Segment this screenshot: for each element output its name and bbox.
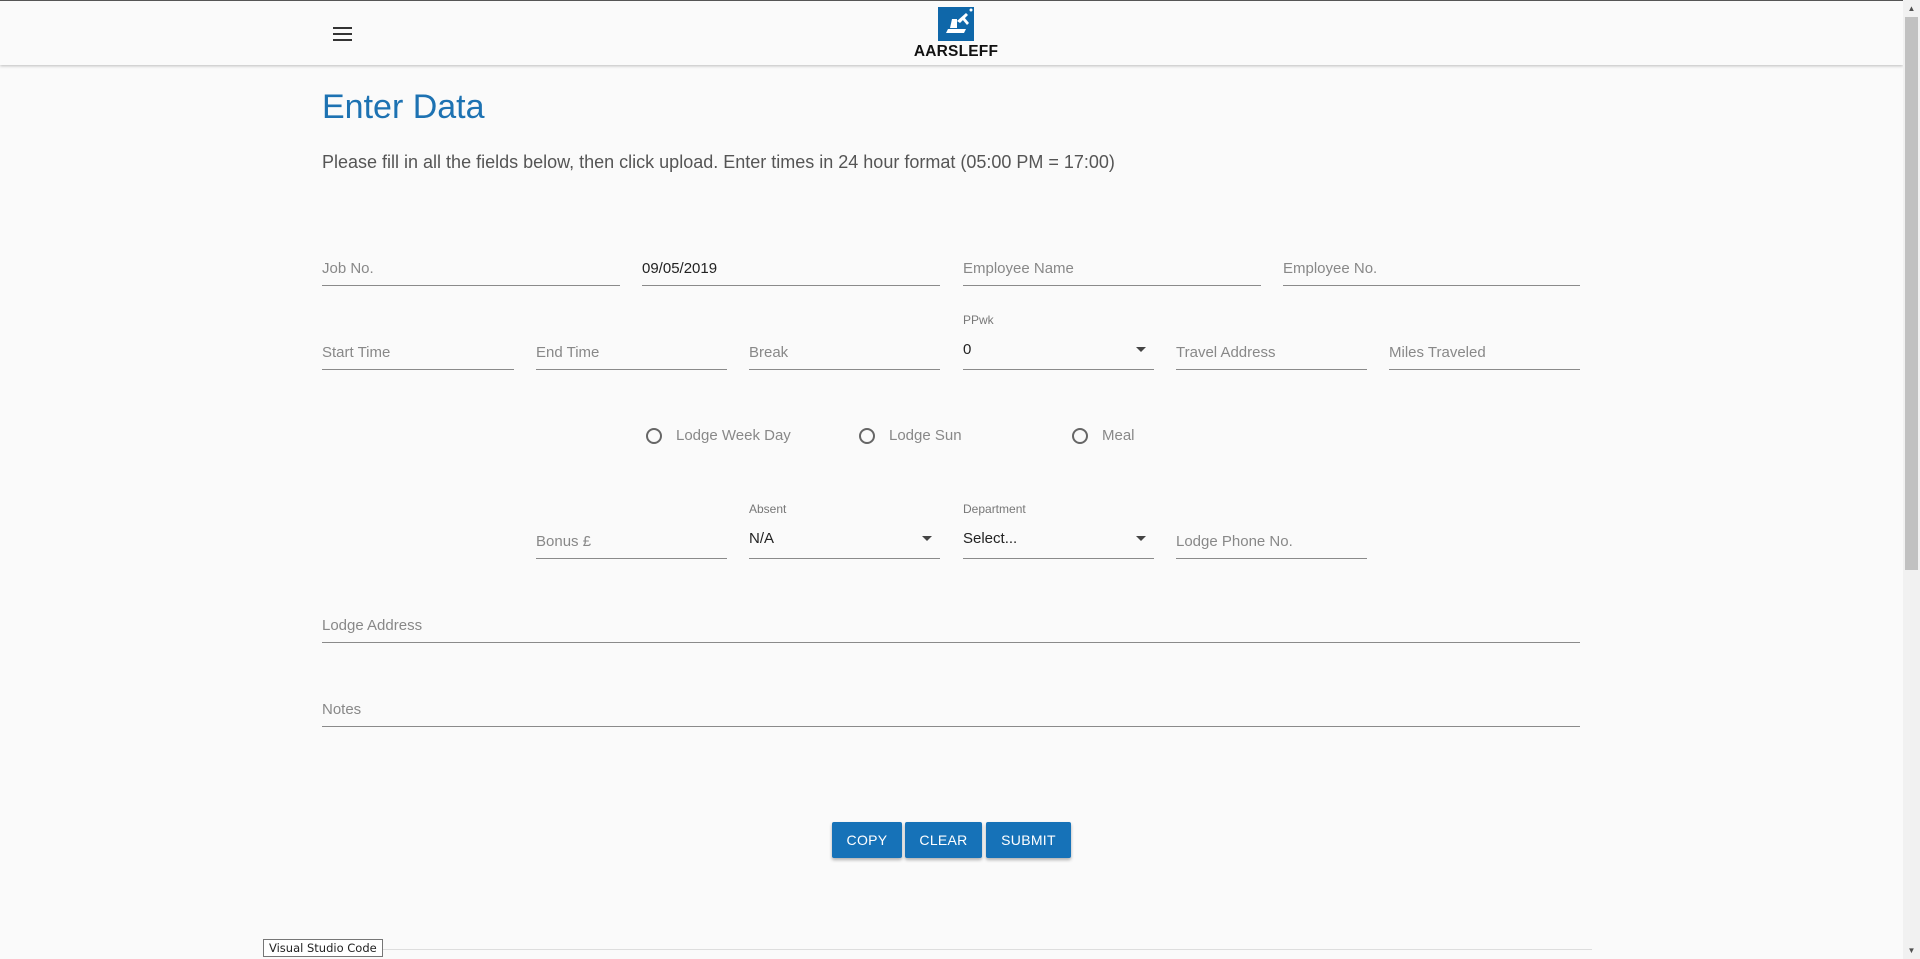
date-input[interactable]	[642, 260, 940, 277]
lodge-phone-input[interactable]	[1176, 533, 1367, 550]
miles-traveled-input[interactable]	[1389, 344, 1580, 361]
scroll-down-arrow-icon[interactable]: ▼	[1903, 942, 1920, 959]
job-no-field	[322, 246, 620, 286]
footer-divider	[322, 949, 1592, 950]
absent-value: N/A	[749, 530, 775, 547]
department-value: Select...	[963, 530, 1018, 547]
lodge-address-field	[322, 603, 1580, 643]
page-instructions: Please fill in all the fields below, the…	[322, 152, 1115, 172]
department-label: Department	[963, 502, 1026, 516]
lodge-sun-radio[interactable]: Lodge Sun	[859, 427, 962, 444]
chevron-down-icon	[1136, 536, 1146, 541]
page-title: Enter Data	[322, 88, 485, 126]
radio-circle-icon	[859, 427, 875, 444]
clear-button[interactable]: CLEAR	[905, 822, 982, 858]
department-select[interactable]: Department Select...	[963, 502, 1154, 559]
travel-address-input[interactable]	[1176, 344, 1367, 361]
radio-circle-icon	[1072, 427, 1088, 444]
absent-label: Absent	[749, 502, 787, 516]
meal-label: Meal	[1102, 427, 1135, 444]
break-field	[749, 330, 940, 370]
break-input[interactable]	[749, 344, 940, 361]
radio-circle-icon	[646, 427, 662, 444]
submit-button[interactable]: SUBMIT	[986, 822, 1071, 858]
date-field	[642, 246, 940, 286]
ppwk-value: 0	[963, 341, 972, 358]
hamburger-menu-icon[interactable]	[322, 21, 362, 47]
bonus-field	[536, 519, 727, 559]
employee-name-input[interactable]	[963, 260, 1261, 277]
top-app-bar: AARSLEFF	[0, 0, 1903, 65]
lodge-address-input[interactable]	[322, 617, 1580, 634]
employee-no-field	[1283, 246, 1580, 286]
miles-traveled-field	[1389, 330, 1580, 370]
meal-radio[interactable]: Meal	[1072, 427, 1135, 444]
copy-button[interactable]: COPY	[832, 822, 902, 858]
lodge-week-day-radio[interactable]: Lodge Week Day	[646, 427, 791, 444]
start-time-input[interactable]	[322, 344, 514, 361]
scrollbar-thumb[interactable]	[1905, 17, 1918, 570]
aarsleff-logo[interactable]: AARSLEFF	[906, 7, 1006, 63]
chevron-down-icon	[1136, 347, 1146, 352]
taskbar-tooltip: Visual Studio Code	[263, 939, 383, 957]
brand-name: AARSLEFF	[913, 43, 999, 60]
lodge-phone-field	[1176, 519, 1367, 559]
vertical-scrollbar[interactable]: ▲ ▼	[1903, 0, 1920, 959]
ppwk-select[interactable]: PPwk 0	[963, 313, 1154, 370]
employee-name-field	[963, 246, 1261, 286]
end-time-field	[536, 330, 727, 370]
notes-input[interactable]	[322, 701, 1580, 718]
lodge-sun-label: Lodge Sun	[889, 427, 962, 444]
job-no-input[interactable]	[322, 260, 620, 277]
ppwk-label: PPwk	[963, 313, 994, 327]
chevron-down-icon	[922, 536, 932, 541]
start-time-field	[322, 330, 514, 370]
bonus-input[interactable]	[536, 533, 727, 550]
absent-select[interactable]: Absent N/A	[749, 502, 940, 559]
scroll-up-arrow-icon[interactable]: ▲	[1903, 0, 1920, 17]
travel-address-field	[1176, 330, 1367, 370]
logo-mark-icon	[938, 7, 974, 41]
lodge-week-day-label: Lodge Week Day	[676, 427, 791, 444]
end-time-input[interactable]	[536, 344, 727, 361]
employee-no-input[interactable]	[1283, 260, 1580, 277]
notes-field	[322, 687, 1580, 727]
